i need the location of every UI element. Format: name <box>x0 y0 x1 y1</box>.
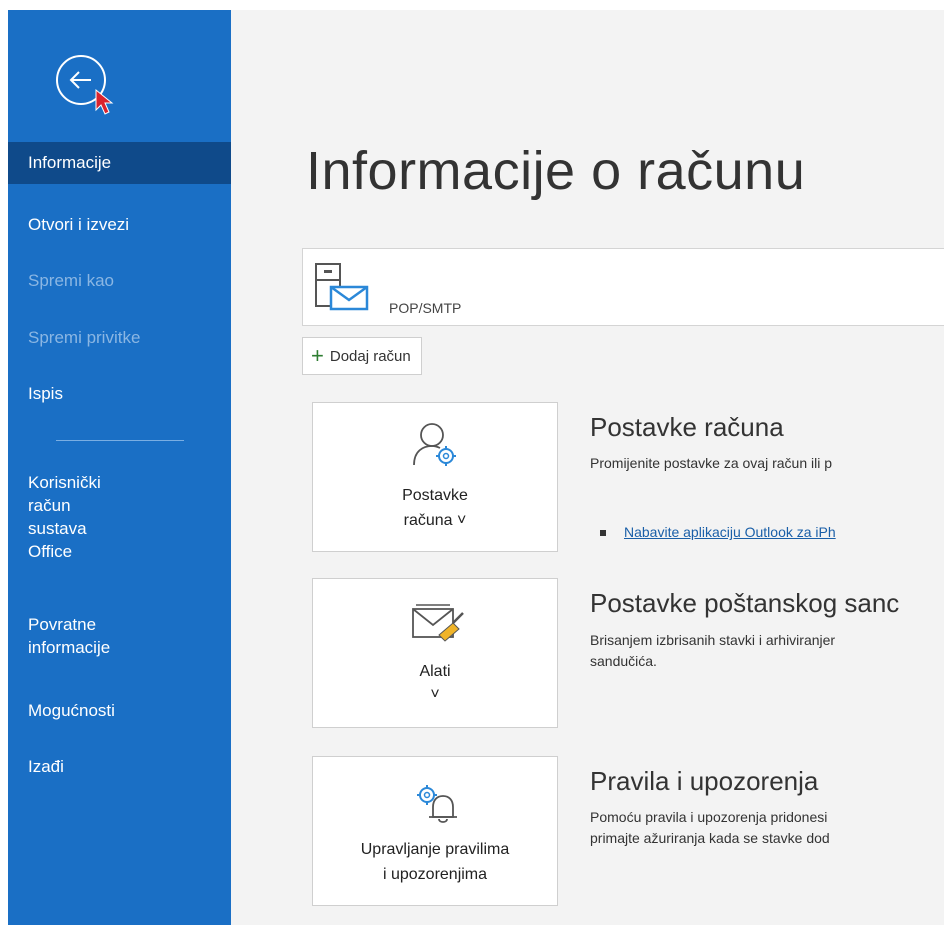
desc-line: sandučića. <box>590 653 657 669</box>
card-label-line: Alati <box>419 663 451 680</box>
card-label-line: Upravljanje pravilima <box>360 841 510 858</box>
nav-label-line: Office <box>28 542 73 561</box>
nav-label: Spremi kao <box>28 271 114 290</box>
desc-line: primajte ažuriranja kada se stavke dod <box>590 830 830 846</box>
nav-label: Ispis <box>28 384 63 403</box>
card-label-line: Postavke <box>402 487 468 504</box>
nav-ispis[interactable]: Ispis <box>8 379 231 409</box>
nav-label-line: informacije <box>28 638 111 657</box>
nav-korisnicki-racun[interactable]: Korisnički račun sustava Office <box>8 471 231 563</box>
section-desc-rules-alerts: Pomoću pravila i upozorenja pridonesi pr… <box>590 807 830 849</box>
add-account-button[interactable]: + Dodaj račun <box>302 337 422 375</box>
nav-label-line: Korisnički <box>28 473 101 492</box>
mailbox-icon <box>315 263 369 311</box>
nav-label-line: Povratne <box>28 615 97 634</box>
manage-rules-button[interactable]: Upravljanje pravilima i upozorenjima <box>312 756 558 906</box>
nav-label: Spremi privitke <box>28 328 141 347</box>
nav-povratne-informacije[interactable]: Povratne informacije <box>8 613 231 659</box>
sidebar-divider <box>56 440 184 441</box>
section-title-rules-alerts: Pravila i upozorenja <box>590 766 819 796</box>
outlook-app-link-row: Nabavite aplikaciju Outlook za iPh <box>600 524 836 540</box>
nav-label: Mogućnosti <box>28 701 115 720</box>
nav-label: Otvori i izvezi <box>28 215 130 234</box>
nav-label-line: sustava <box>28 519 87 538</box>
nav-label: Informacije <box>28 153 112 172</box>
mailbox-cleanup-icon <box>412 604 464 642</box>
section-title-account-settings: Postavke računa <box>590 412 784 442</box>
mouse-cursor-icon <box>95 88 114 115</box>
account-settings-icon <box>413 423 456 466</box>
plus-icon: + <box>311 343 324 368</box>
nav-mogucnosti[interactable]: Mogućnosti <box>8 696 231 726</box>
outlook-app-link[interactable]: Nabavite aplikaciju Outlook za iPh <box>624 524 836 540</box>
desc-line: Brisanjem izbrisanih stavki i arhiviranj… <box>590 632 836 648</box>
card-label-line: ˅ <box>430 686 440 703</box>
desc-line: Pomoću pravila i upozorenja pridonesi <box>590 809 828 825</box>
back-arrow-icon <box>69 71 91 89</box>
nav-spremi-kao[interactable]: Spremi kao <box>8 266 231 296</box>
outlook-backstage: Informacije Otvori i izvezi Spremi kao S… <box>8 10 944 925</box>
account-type-label: POP/SMTP <box>389 300 462 316</box>
card-label-line: i upozorenjima <box>382 866 488 883</box>
card-label-line: računa ˅ <box>403 512 467 529</box>
page-title: Informacije o računu <box>306 141 806 201</box>
nav-spremi-privitke[interactable]: Spremi privitke <box>8 323 231 353</box>
nav-informacije[interactable]: Informacije <box>8 142 231 184</box>
rules-alerts-icon <box>417 785 457 823</box>
main-content: Informacije o računu POP/SMTP + Dodaj ra… <box>231 10 944 925</box>
section-title-mailbox-settings: Postavke poštanskog sanc <box>590 588 900 618</box>
nav-label-line: račun <box>28 496 71 515</box>
nav-otvori-i-izvezi[interactable]: Otvori i izvezi <box>8 210 231 240</box>
backstage-sidebar: Informacije Otvori i izvezi Spremi kao S… <box>8 10 231 925</box>
nav-label: Izađi <box>28 757 64 776</box>
add-account-label: Dodaj račun <box>329 347 411 365</box>
section-desc-mailbox-settings: Brisanjem izbrisanih stavki i arhiviranj… <box>590 630 835 672</box>
bullet-icon <box>600 530 606 537</box>
account-selector[interactable]: POP/SMTP <box>302 248 944 326</box>
section-desc-account-settings: Promijenite postavke za ovaj račun ili p <box>590 455 833 471</box>
account-settings-button[interactable]: Postavke računa ˅ <box>312 402 558 552</box>
tools-button[interactable]: Alati ˅ <box>312 578 558 728</box>
nav-izadi[interactable]: Izađi <box>8 752 231 782</box>
